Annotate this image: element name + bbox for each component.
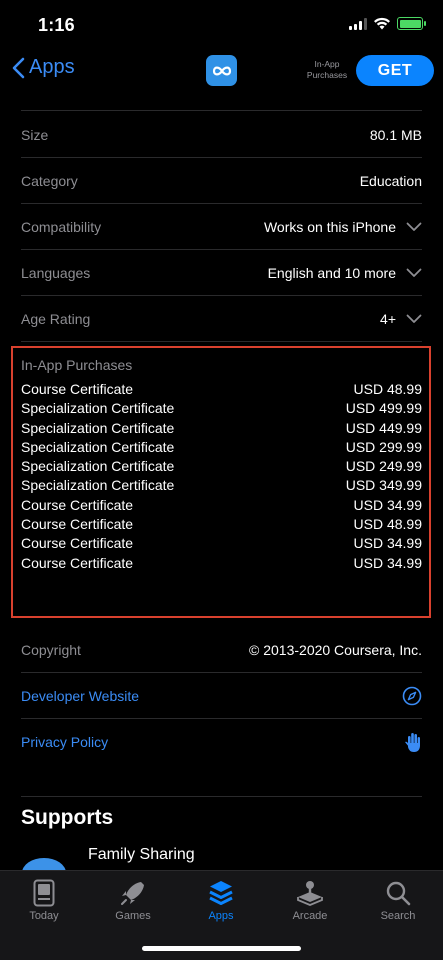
info-label: Category <box>21 173 78 189</box>
iap-item: Specialization Certificate USD 449.99 <box>21 419 422 438</box>
tab-games[interactable]: Games <box>89 879 177 922</box>
info-value: 80.1 MB <box>369 127 422 143</box>
battery-icon <box>397 17 426 30</box>
iap-price: USD 449.99 <box>345 419 422 436</box>
iap-item: Course Certificate USD 34.99 <box>21 534 422 553</box>
tab-today[interactable]: Today <box>0 879 88 922</box>
info-label: Copyright <box>21 642 81 658</box>
info-value: Works on this iPhone <box>263 219 396 235</box>
iap-price: USD 499.99 <box>345 400 422 417</box>
info-row-age-rating[interactable]: Age Rating 4+ <box>21 296 422 342</box>
search-icon <box>386 881 411 906</box>
info-value: © 2013-2020 Coursera, Inc. <box>249 642 422 658</box>
chevron-down-icon[interactable] <box>406 222 422 232</box>
iap-name: Specialization Certificate <box>21 458 175 475</box>
iap-name: Specialization Certificate <box>21 477 175 494</box>
in-app-purchases-note: In-App Purchases <box>306 59 348 80</box>
iap-name: Course Certificate <box>21 381 134 397</box>
iap-item: Course Certificate USD 48.99 <box>21 515 422 534</box>
cellular-signal-icon <box>349 17 367 30</box>
info-row-compatibility[interactable]: Compatibility Works on this iPhone <box>21 204 422 250</box>
info-row-copyright: Copyright © 2013-2020 Coursera, Inc. <box>21 627 422 673</box>
infinity-logo-icon <box>212 66 231 75</box>
iap-item: Course Certificate USD 48.99 <box>21 380 422 399</box>
chevron-down-icon[interactable] <box>406 314 422 324</box>
nav-bar: Apps In-App Purchases GET <box>0 50 443 96</box>
tab-arcade[interactable]: Arcade <box>266 879 354 922</box>
rocket-icon <box>121 882 144 905</box>
family-sharing-icon <box>22 858 66 870</box>
wifi-icon <box>374 17 390 30</box>
tab-label: Games <box>115 910 151 922</box>
iap-price: USD 48.99 <box>353 381 422 397</box>
divider <box>21 341 422 342</box>
app-info-section: Size 80.1 MB Category Education Compatib… <box>0 96 443 870</box>
compass-icon <box>402 686 422 706</box>
info-value: Education <box>359 173 422 189</box>
info-value: 4+ <box>380 311 396 327</box>
iap-name: Course Certificate <box>21 496 134 513</box>
status-time: 1:16 <box>38 15 75 35</box>
iap-price: USD 249.99 <box>345 458 422 475</box>
home-indicator[interactable] <box>142 946 301 951</box>
info-label: Age Rating <box>21 311 91 327</box>
iap-name: Course Certificate <box>21 516 134 533</box>
iap-price: USD 34.99 <box>353 554 422 571</box>
info-value: English and 10 more <box>267 265 396 281</box>
today-icon <box>33 879 55 907</box>
iap-item: Specialization Certificate USD 499.99 <box>21 399 422 418</box>
info-label: Compatibility <box>21 219 102 235</box>
iap-item: Course Certificate USD 34.99 <box>21 554 422 573</box>
supports-heading: Supports <box>21 806 114 829</box>
iap-item: Specialization Certificate USD 349.99 <box>21 476 422 495</box>
back-button[interactable]: Apps <box>12 56 75 79</box>
layers-icon <box>209 881 233 905</box>
app-icon[interactable] <box>206 55 237 86</box>
divider <box>21 110 422 111</box>
iap-name: Specialization Certificate <box>21 400 175 417</box>
iap-price: USD 299.99 <box>345 438 422 455</box>
iap-name: Specialization Certificate <box>21 438 175 455</box>
in-app-purchases-title: In-App Purchases <box>21 357 133 373</box>
iap-name: Course Certificate <box>21 535 134 552</box>
iap-item: Specialization Certificate USD 249.99 <box>21 457 422 476</box>
iap-price: USD 34.99 <box>353 535 422 552</box>
in-app-purchases-list: Course Certificate USD 48.99 Specializati… <box>21 380 422 573</box>
iap-price: USD 34.99 <box>353 496 422 513</box>
info-label: Languages <box>21 265 91 281</box>
tab-search[interactable]: Search <box>354 879 442 922</box>
back-label: Apps <box>29 56 75 78</box>
tab-label: Search <box>380 910 416 922</box>
chevron-down-icon[interactable] <box>406 268 422 278</box>
info-label: Size <box>21 127 49 143</box>
get-button[interactable]: GET <box>356 55 434 86</box>
privacy-policy-label: Privacy Policy <box>21 734 109 750</box>
iap-item: Course Certificate USD 34.99 <box>21 496 422 515</box>
privacy-policy-link[interactable]: Privacy Policy <box>21 719 422 765</box>
hand-icon <box>405 733 420 752</box>
iap-name: Specialization Certificate <box>21 419 175 436</box>
iap-name: Course Certificate <box>21 554 134 571</box>
tab-label: Apps <box>208 910 234 922</box>
iap-item: Specialization Certificate USD 299.99 <box>21 438 422 457</box>
tab-apps[interactable]: Apps <box>177 879 265 922</box>
joystick-icon <box>297 881 323 906</box>
divider <box>21 796 422 797</box>
status-bar: 1:16 <box>0 0 443 50</box>
info-row-size: Size 80.1 MB <box>21 112 422 158</box>
status-icons <box>349 17 426 30</box>
chevron-left-icon <box>12 57 25 78</box>
info-row-languages[interactable]: Languages English and 10 more <box>21 250 422 296</box>
tab-label: Arcade <box>292 910 328 922</box>
iap-price: USD 48.99 <box>353 516 422 533</box>
info-row-category: Category Education <box>21 158 422 204</box>
developer-website-link[interactable]: Developer Website <box>21 673 422 719</box>
iap-price: USD 349.99 <box>345 477 422 494</box>
family-sharing-label: Family Sharing <box>88 846 195 863</box>
developer-website-label: Developer Website <box>21 688 140 704</box>
tab-label: Today <box>29 910 59 922</box>
